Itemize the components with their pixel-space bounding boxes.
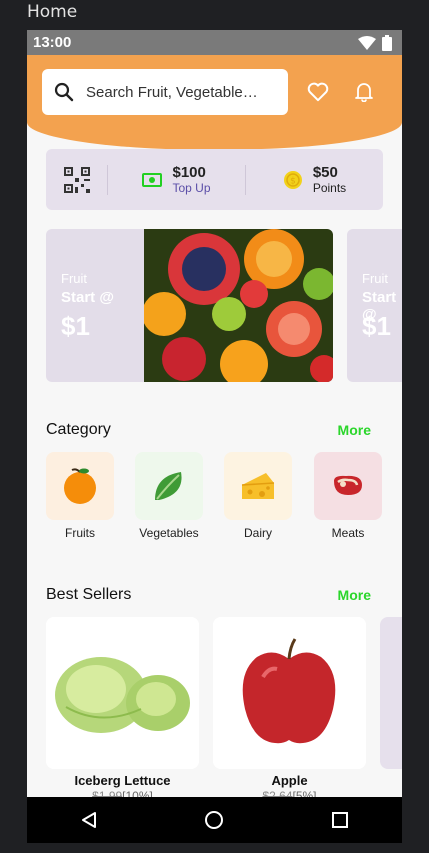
favorites-button[interactable] (304, 78, 332, 106)
points-value: $50 (312, 164, 338, 181)
wallet-card: $100 Top Up $ $50 Points (46, 149, 383, 210)
phone-screen: 13:00 Search Fruit, Vegetable… $100 Top … (27, 30, 402, 843)
product-name: Iceberg Lettuce (74, 773, 171, 788)
category-label: Fruits (65, 526, 95, 540)
points-label: Points (312, 181, 347, 195)
wifi-icon (358, 35, 376, 50)
recents-icon[interactable] (331, 811, 349, 829)
promo-banner[interactable]: Fruit Start @ $1 (347, 229, 402, 382)
apple-image (213, 617, 366, 769)
cash-icon (142, 172, 163, 187)
notifications-button[interactable] (350, 78, 378, 106)
category-meats[interactable] (314, 452, 382, 520)
cheese-icon (241, 473, 275, 499)
topup-link[interactable]: Top Up (172, 181, 210, 195)
product-name: Apple (271, 773, 308, 788)
orange-icon (64, 468, 96, 504)
fruit-platter-image (144, 229, 333, 382)
leaf-icon (155, 472, 182, 500)
bell-icon (355, 83, 373, 102)
window-title: Home (27, 2, 78, 22)
category-label: Meats (331, 526, 365, 540)
category-vegetables[interactable] (135, 452, 203, 520)
home-icon[interactable] (204, 810, 224, 830)
product-card[interactable] (46, 617, 199, 769)
search-input[interactable]: Search Fruit, Vegetable… (86, 84, 268, 101)
back-icon[interactable] (80, 811, 98, 829)
battery-icon (382, 34, 392, 51)
coin-icon: $ (283, 170, 302, 189)
heart-icon (307, 82, 329, 102)
system-nav-bar (27, 797, 402, 843)
product-card[interactable] (380, 617, 402, 769)
balance-topup[interactable]: $100 Top Up (108, 164, 245, 195)
status-icons (358, 34, 392, 51)
promo-price: $1 (362, 311, 391, 341)
svg-text:$: $ (290, 176, 296, 186)
promo-subtitle: Fruit (61, 271, 87, 286)
category-label: Vegetables (139, 526, 199, 540)
qr-scan-button[interactable] (46, 149, 107, 210)
points-info[interactable]: $ $50 Points (246, 164, 383, 195)
promo-title: Start @ (61, 289, 114, 306)
search-icon (54, 82, 74, 102)
category-dairy[interactable] (224, 452, 292, 520)
steak-icon (334, 475, 362, 495)
best-sellers-more-link[interactable]: More (338, 587, 371, 603)
search-bar[interactable]: Search Fruit, Vegetable… (42, 69, 288, 115)
status-time: 13:00 (33, 34, 72, 51)
category-more-link[interactable]: More (338, 422, 371, 438)
product-card[interactable] (213, 617, 366, 769)
category-label: Dairy (243, 526, 272, 540)
promo-price: $1 (61, 311, 90, 341)
category-title: Category (46, 421, 111, 438)
best-sellers-title: Best Sellers (46, 586, 132, 603)
promo-banner[interactable]: Fruit Start @ $1 (46, 229, 333, 382)
category-fruits[interactable] (46, 452, 114, 520)
balance-value: $100 (172, 164, 206, 181)
promo-subtitle: Fruit (362, 271, 388, 286)
qr-code-icon (63, 166, 90, 193)
lettuce-image (46, 617, 199, 769)
status-bar: 13:00 (27, 30, 402, 55)
